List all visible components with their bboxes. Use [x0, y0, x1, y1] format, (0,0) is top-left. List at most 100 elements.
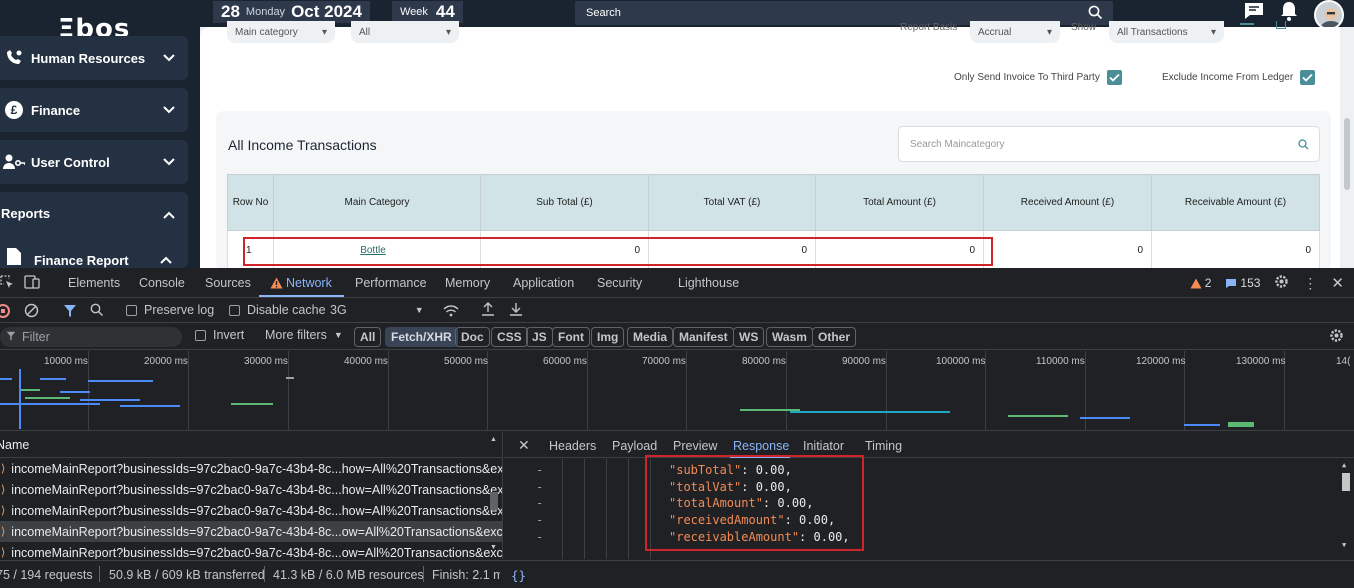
chip-img[interactable]: Img: [591, 327, 625, 347]
network-conditions-icon[interactable]: [443, 304, 459, 320]
tab-elements[interactable]: Elements: [68, 276, 120, 290]
tab-application[interactable]: Application: [513, 276, 574, 290]
all-select[interactable]: All ▾: [351, 21, 459, 43]
column-header-row-no[interactable]: Row No: [227, 174, 274, 231]
chip-fetch-xhr[interactable]: Fetch/XHR: [385, 327, 458, 347]
column-header-receivable-amount[interactable]: Receivable Amount (£): [1151, 174, 1320, 231]
network-timeline[interactable]: 10000 ms 20000 ms 30000 ms 40000 ms 5000…: [0, 351, 1354, 431]
response-scrollbar[interactable]: ▲ ▼: [1342, 461, 1350, 551]
chip-doc[interactable]: Doc: [455, 327, 490, 347]
avatar[interactable]: [1314, 0, 1344, 30]
tab-security[interactable]: Security: [597, 276, 642, 290]
inspect-icon[interactable]: [0, 275, 14, 292]
search-icon[interactable]: [90, 303, 104, 320]
close-icon[interactable]: ✕: [518, 437, 530, 454]
column-header-total-amount[interactable]: Total Amount (£): [815, 174, 984, 231]
report-basis-select[interactable]: Accrual ▾: [970, 21, 1060, 43]
request-row[interactable]: ⟩ incomeMainReport?businessIds=97c2bac0-9…: [0, 542, 502, 560]
column-header-sub-total[interactable]: Sub Total (£): [480, 174, 649, 231]
show-select[interactable]: All Transactions ▾: [1109, 21, 1224, 43]
request-row-selected[interactable]: ⟩ incomeMainReport?businessIds=97c2bac0-9…: [0, 521, 502, 542]
chip-all[interactable]: All: [354, 327, 382, 347]
column-header-name[interactable]: Name: [0, 432, 502, 458]
only-send-invoice-checkbox[interactable]: Only Send Invoice To Third Party: [954, 70, 1122, 85]
main-category-select[interactable]: Main category ▾: [227, 21, 335, 43]
list-view-icon[interactable]: [1240, 23, 1254, 25]
tab-performance[interactable]: Performance: [355, 276, 427, 290]
checkmark-icon[interactable]: [1106, 70, 1122, 85]
request-list-scrollbar[interactable]: ▲ ▼: [490, 436, 498, 556]
page-scrollbar[interactable]: [1344, 118, 1350, 190]
search-icon[interactable]: [1088, 5, 1103, 23]
messages-counter[interactable]: 153: [1225, 276, 1260, 290]
chevron-down-icon[interactable]: [160, 101, 178, 119]
tab-response[interactable]: Response: [733, 439, 789, 453]
tab-network[interactable]: Network: [286, 276, 332, 290]
request-row[interactable]: ⟩ incomeMainReport?businessIds=97c2bac0-9…: [0, 479, 502, 500]
device-toolbar-icon[interactable]: [24, 275, 40, 292]
chevron-up-icon[interactable]: [160, 206, 178, 224]
record-stop-icon[interactable]: [0, 304, 10, 318]
close-icon[interactable]: ✕: [1331, 274, 1344, 292]
request-row[interactable]: ⟩ incomeMainReport?businessIds=97c2bac0-9…: [0, 500, 502, 521]
preserve-log-checkbox[interactable]: Preserve log: [126, 303, 214, 317]
pretty-print-icon[interactable]: {}: [511, 568, 526, 583]
scrollbar-thumb[interactable]: [1342, 473, 1350, 491]
sidebar-item-finance[interactable]: £ Finance: [0, 88, 188, 132]
tab-timing[interactable]: Timing: [865, 439, 902, 453]
sidebar-item-user-control[interactable]: User Control: [0, 140, 188, 184]
warnings-counter[interactable]: 2: [1190, 276, 1211, 290]
chip-font[interactable]: Font: [552, 327, 590, 347]
scroll-up-icon[interactable]: ▲: [1342, 461, 1346, 469]
tab-lighthouse[interactable]: Lighthouse: [678, 276, 739, 290]
tab-headers[interactable]: Headers: [549, 439, 596, 453]
scrollbar-thumb[interactable]: [490, 492, 498, 510]
column-header-main-category[interactable]: Main Category: [273, 174, 481, 231]
chip-css[interactable]: CSS: [491, 327, 528, 347]
more-filters-dropdown[interactable]: More filters ▼: [265, 328, 343, 342]
column-header-total-vat[interactable]: Total VAT (£): [648, 174, 816, 231]
tab-memory[interactable]: Memory: [445, 276, 490, 290]
settings-gear-icon[interactable]: [1274, 274, 1289, 292]
scroll-up-icon[interactable]: ▲: [490, 436, 497, 443]
clear-icon[interactable]: [24, 303, 39, 321]
filter-funnel-icon[interactable]: [63, 304, 77, 321]
chip-wasm[interactable]: Wasm: [766, 327, 813, 347]
settings-gear-icon[interactable]: [1329, 328, 1344, 346]
chevron-down-icon[interactable]: [160, 49, 178, 67]
tab-sources[interactable]: Sources: [205, 276, 251, 290]
exclude-income-checkbox[interactable]: Exclude Income From Ledger: [1162, 70, 1316, 85]
chip-other[interactable]: Other: [812, 327, 857, 347]
sidebar-item-finance-report[interactable]: Finance Report: [0, 240, 188, 268]
calendar-icon[interactable]: [1276, 21, 1286, 29]
upload-icon[interactable]: [481, 302, 495, 320]
throttle-select[interactable]: 3G ▼: [330, 303, 424, 317]
tab-payload[interactable]: Payload: [612, 439, 657, 453]
more-vert-icon[interactable]: ⋮: [1303, 275, 1317, 292]
sidebar-item-human-resources[interactable]: Human Resources: [0, 36, 188, 80]
chip-media[interactable]: Media: [627, 327, 674, 347]
tab-preview[interactable]: Preview: [673, 439, 717, 453]
chat-icon[interactable]: [1244, 2, 1264, 25]
search-maincategory-input[interactable]: Search Maincategory: [898, 126, 1320, 162]
tab-console[interactable]: Console: [139, 276, 185, 290]
chip-ws[interactable]: WS: [733, 327, 765, 347]
timeline-bar: [40, 378, 66, 380]
chip-js[interactable]: JS: [526, 327, 553, 347]
chevron-up-icon[interactable]: [160, 251, 172, 268]
search-icon[interactable]: [1298, 139, 1309, 153]
request-row[interactable]: ⟩ incomeMainReport?businessIds=97c2bac0-9…: [0, 458, 502, 479]
invert-checkbox[interactable]: Invert: [195, 328, 244, 342]
filter-input[interactable]: Filter: [0, 327, 182, 347]
response-body[interactable]: "subTotal": 0.00, "totalVat": 0.00, "tot…: [504, 459, 1354, 559]
chevron-down-icon[interactable]: [160, 153, 178, 171]
grid-line: [786, 351, 787, 430]
checkmark-icon[interactable]: [1300, 70, 1316, 85]
tab-initiator[interactable]: Initiator: [803, 439, 844, 453]
scroll-down-icon[interactable]: ▼: [490, 544, 497, 551]
chip-manifest[interactable]: Manifest: [673, 327, 734, 347]
download-icon[interactable]: [509, 302, 523, 320]
column-header-received-amount[interactable]: Received Amount (£): [983, 174, 1152, 231]
disable-cache-checkbox[interactable]: Disable cache: [229, 303, 326, 317]
scroll-down-icon[interactable]: ▼: [1342, 541, 1346, 549]
